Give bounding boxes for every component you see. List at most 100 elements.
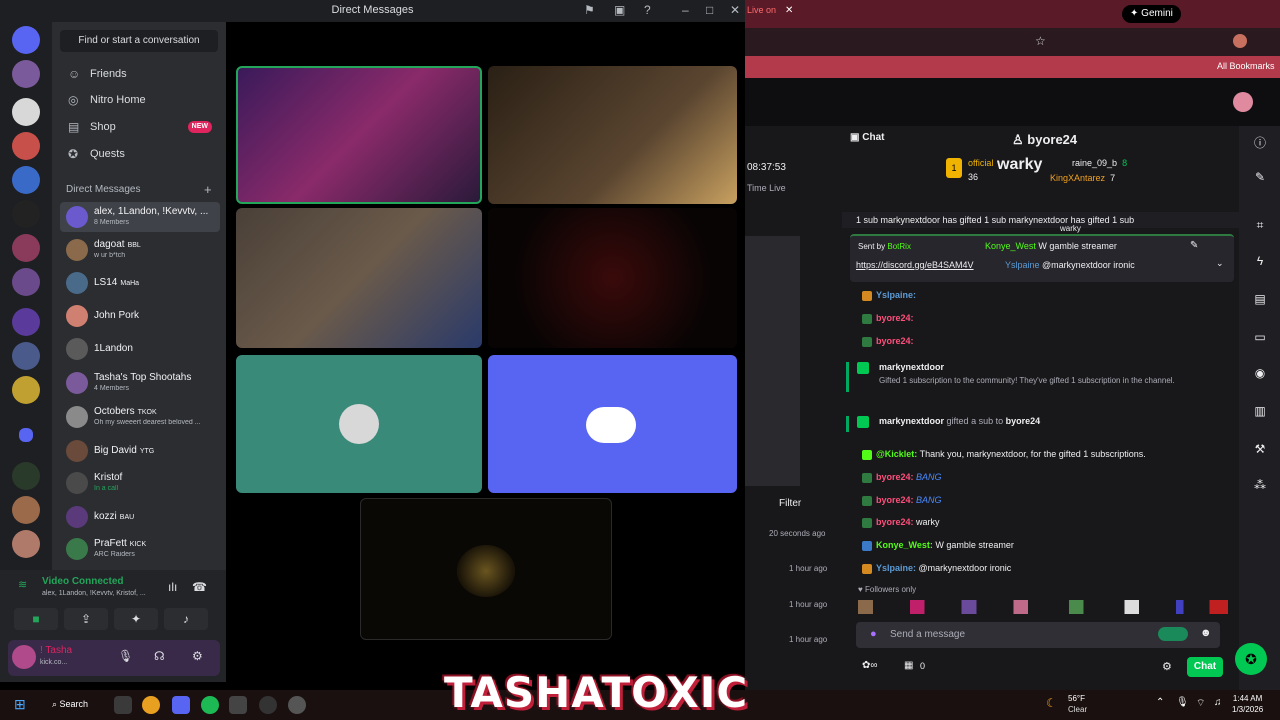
chat-user[interactable]: Yslpaine: xyxy=(876,563,916,573)
soundboard-button[interactable]: ♪ xyxy=(164,608,208,630)
screen-icon[interactable]: ▣ xyxy=(614,3,625,17)
help-icon[interactable]: ? xyxy=(644,3,651,17)
taskview-icon[interactable] xyxy=(114,696,132,714)
gear-icon[interactable]: ⚙ xyxy=(192,649,203,663)
video-tile[interactable] xyxy=(488,66,737,204)
chat-tab[interactable]: ▣ Chat xyxy=(850,132,884,143)
pencil-icon[interactable]: ✎ xyxy=(1251,170,1269,188)
chat-user[interactable]: byore24: xyxy=(876,495,914,505)
system-clock[interactable]: 1:44 AM 1/3/2026 xyxy=(1232,693,1263,715)
gemini-button[interactable]: ✦ Gemini xyxy=(1122,5,1181,23)
server-icon[interactable] xyxy=(12,268,40,296)
wifi-icon[interactable]: ⌔ xyxy=(1196,697,1205,710)
chevron-down-icon[interactable]: ⌄ xyxy=(1216,258,1224,269)
emoji-icon[interactable]: ☻ xyxy=(1200,627,1212,639)
minimize-icon[interactable]: – xyxy=(682,3,689,17)
pinned-link[interactable]: https://discord.gg/eB4SAM4V xyxy=(856,260,974,270)
tab-title[interactable]: Live on xyxy=(747,5,776,15)
url-bar[interactable]: ☆ xyxy=(745,28,1280,56)
app-icon[interactable] xyxy=(259,696,277,714)
send-message-input[interactable]: ● Send a message ☻ xyxy=(856,622,1220,648)
dm-item[interactable]: Kristof In a call xyxy=(60,468,220,498)
chat-user[interactable]: Konye_West: xyxy=(876,540,933,550)
nav-quests[interactable]: ✪ Quests xyxy=(60,142,220,166)
chat-user[interactable]: byore24: xyxy=(876,313,914,323)
mic-icon[interactable]: ● xyxy=(870,628,877,640)
headset-icon[interactable]: ☊ xyxy=(154,649,165,663)
avatar[interactable] xyxy=(12,645,36,669)
server-icon[interactable] xyxy=(12,530,40,558)
chat-user[interactable]: byore24: xyxy=(876,472,914,482)
dm-item[interactable]: alex, 1Landon, !Kevvtv, ... 8 Members xyxy=(60,202,220,232)
windows-start-icon[interactable]: ⊞ xyxy=(14,696,26,713)
noise-icon[interactable]: ılı xyxy=(168,580,177,594)
pin-icon[interactable]: ✎ xyxy=(1190,240,1198,251)
profile-icon[interactable] xyxy=(1233,34,1247,48)
gift-target[interactable]: byore24 xyxy=(1006,416,1041,426)
nav-nitro-home[interactable]: ◎ Nitro Home xyxy=(60,88,220,112)
message-icon[interactable]: ▭ xyxy=(1251,330,1269,348)
file-icon[interactable]: ▤ xyxy=(1251,292,1269,310)
server-icon[interactable] xyxy=(12,98,40,126)
server-icon[interactable] xyxy=(12,234,40,262)
folder-icon[interactable] xyxy=(19,428,33,442)
dm-item[interactable]: 1Landon xyxy=(60,334,220,364)
server-icon[interactable] xyxy=(12,132,40,160)
filter-button[interactable]: Filter xyxy=(779,498,801,509)
video-tile[interactable] xyxy=(236,66,482,204)
layout-icon[interactable]: ▥ xyxy=(1251,404,1269,422)
discord-home-icon[interactable] xyxy=(12,26,40,54)
dm-item[interactable]: Tasha's Top Shootahs 4 Members xyxy=(60,368,220,398)
mic-icon[interactable]: 🎙 xyxy=(1176,697,1189,708)
chat-user[interactable]: @Kicklet: xyxy=(876,449,917,459)
weather-temp[interactable]: 56°F xyxy=(1068,694,1085,703)
points-icon[interactable]: ✿∞ xyxy=(862,660,878,671)
nav-shop[interactable]: ▤ Shop NEW xyxy=(60,115,220,139)
gift-user[interactable]: markynextdoor xyxy=(879,362,1234,372)
avatar[interactable] xyxy=(1233,92,1253,112)
chrome-icon[interactable] xyxy=(142,696,160,714)
gift-user[interactable]: markynextdoor xyxy=(879,416,944,426)
maximize-icon[interactable]: □ xyxy=(706,3,713,17)
inbox-icon[interactable]: ⚑ xyxy=(584,3,595,17)
chat-user[interactable]: byore24: xyxy=(876,517,914,527)
dm-item[interactable]: John Pork xyxy=(60,301,220,331)
add-dm-icon[interactable]: + xyxy=(204,182,212,197)
camera-button[interactable]: ■ xyxy=(14,608,58,630)
extension-fab-icon[interactable]: ✪ xyxy=(1235,643,1267,675)
all-bookmarks[interactable]: All Bookmarks xyxy=(1217,61,1275,71)
dm-item[interactable]: Octobers TKOK Oh my sweeert dearest belove… xyxy=(60,402,220,432)
dm-item[interactable]: Big David YTG xyxy=(60,436,220,466)
bolt-icon[interactable]: ϟ xyxy=(1251,254,1269,272)
video-tile[interactable] xyxy=(488,355,737,493)
dm-item[interactable]: LS14 MaHa xyxy=(60,268,220,298)
server-icon[interactable] xyxy=(12,308,40,336)
volume-icon[interactable]: ♫ xyxy=(1214,697,1222,708)
crop-icon[interactable]: ⌗ xyxy=(1251,218,1269,236)
chat-send-button[interactable]: Chat xyxy=(1187,657,1223,677)
server-icon[interactable] xyxy=(12,376,40,404)
info-icon[interactable]: ⓘ xyxy=(1251,134,1269,152)
activities-button[interactable]: ✦ xyxy=(114,608,158,630)
video-tile[interactable] xyxy=(488,208,737,348)
dm-item[interactable]: kozzi BAU xyxy=(60,502,220,532)
discord-icon[interactable] xyxy=(172,696,190,714)
tray-chevron-icon[interactable]: ⌃ xyxy=(1156,697,1164,708)
server-icon[interactable] xyxy=(12,342,40,370)
server-icon[interactable] xyxy=(12,166,40,194)
chat-user[interactable]: Yslpaine: xyxy=(876,290,916,300)
close-icon[interactable]: ✕ xyxy=(730,3,740,17)
emote-toggle-icon[interactable] xyxy=(1158,627,1188,641)
video-tile[interactable] xyxy=(236,355,482,493)
dm-item[interactable]: PraFett KICK ARC Raiders xyxy=(60,534,220,564)
server-icon[interactable] xyxy=(12,496,40,524)
broadcast-icon[interactable]: ◉ xyxy=(1251,366,1269,384)
taskbar-search[interactable]: ⌕ Search xyxy=(52,699,88,710)
nav-friends[interactable]: ☺ Friends xyxy=(60,62,220,86)
video-tile[interactable] xyxy=(236,208,482,348)
server-icon[interactable] xyxy=(12,200,40,228)
disconnect-icon[interactable]: ☎ xyxy=(192,580,207,594)
tab-close-icon[interactable]: ✕ xyxy=(785,5,793,16)
server-icon[interactable] xyxy=(12,60,40,88)
app-icon[interactable] xyxy=(288,696,306,714)
